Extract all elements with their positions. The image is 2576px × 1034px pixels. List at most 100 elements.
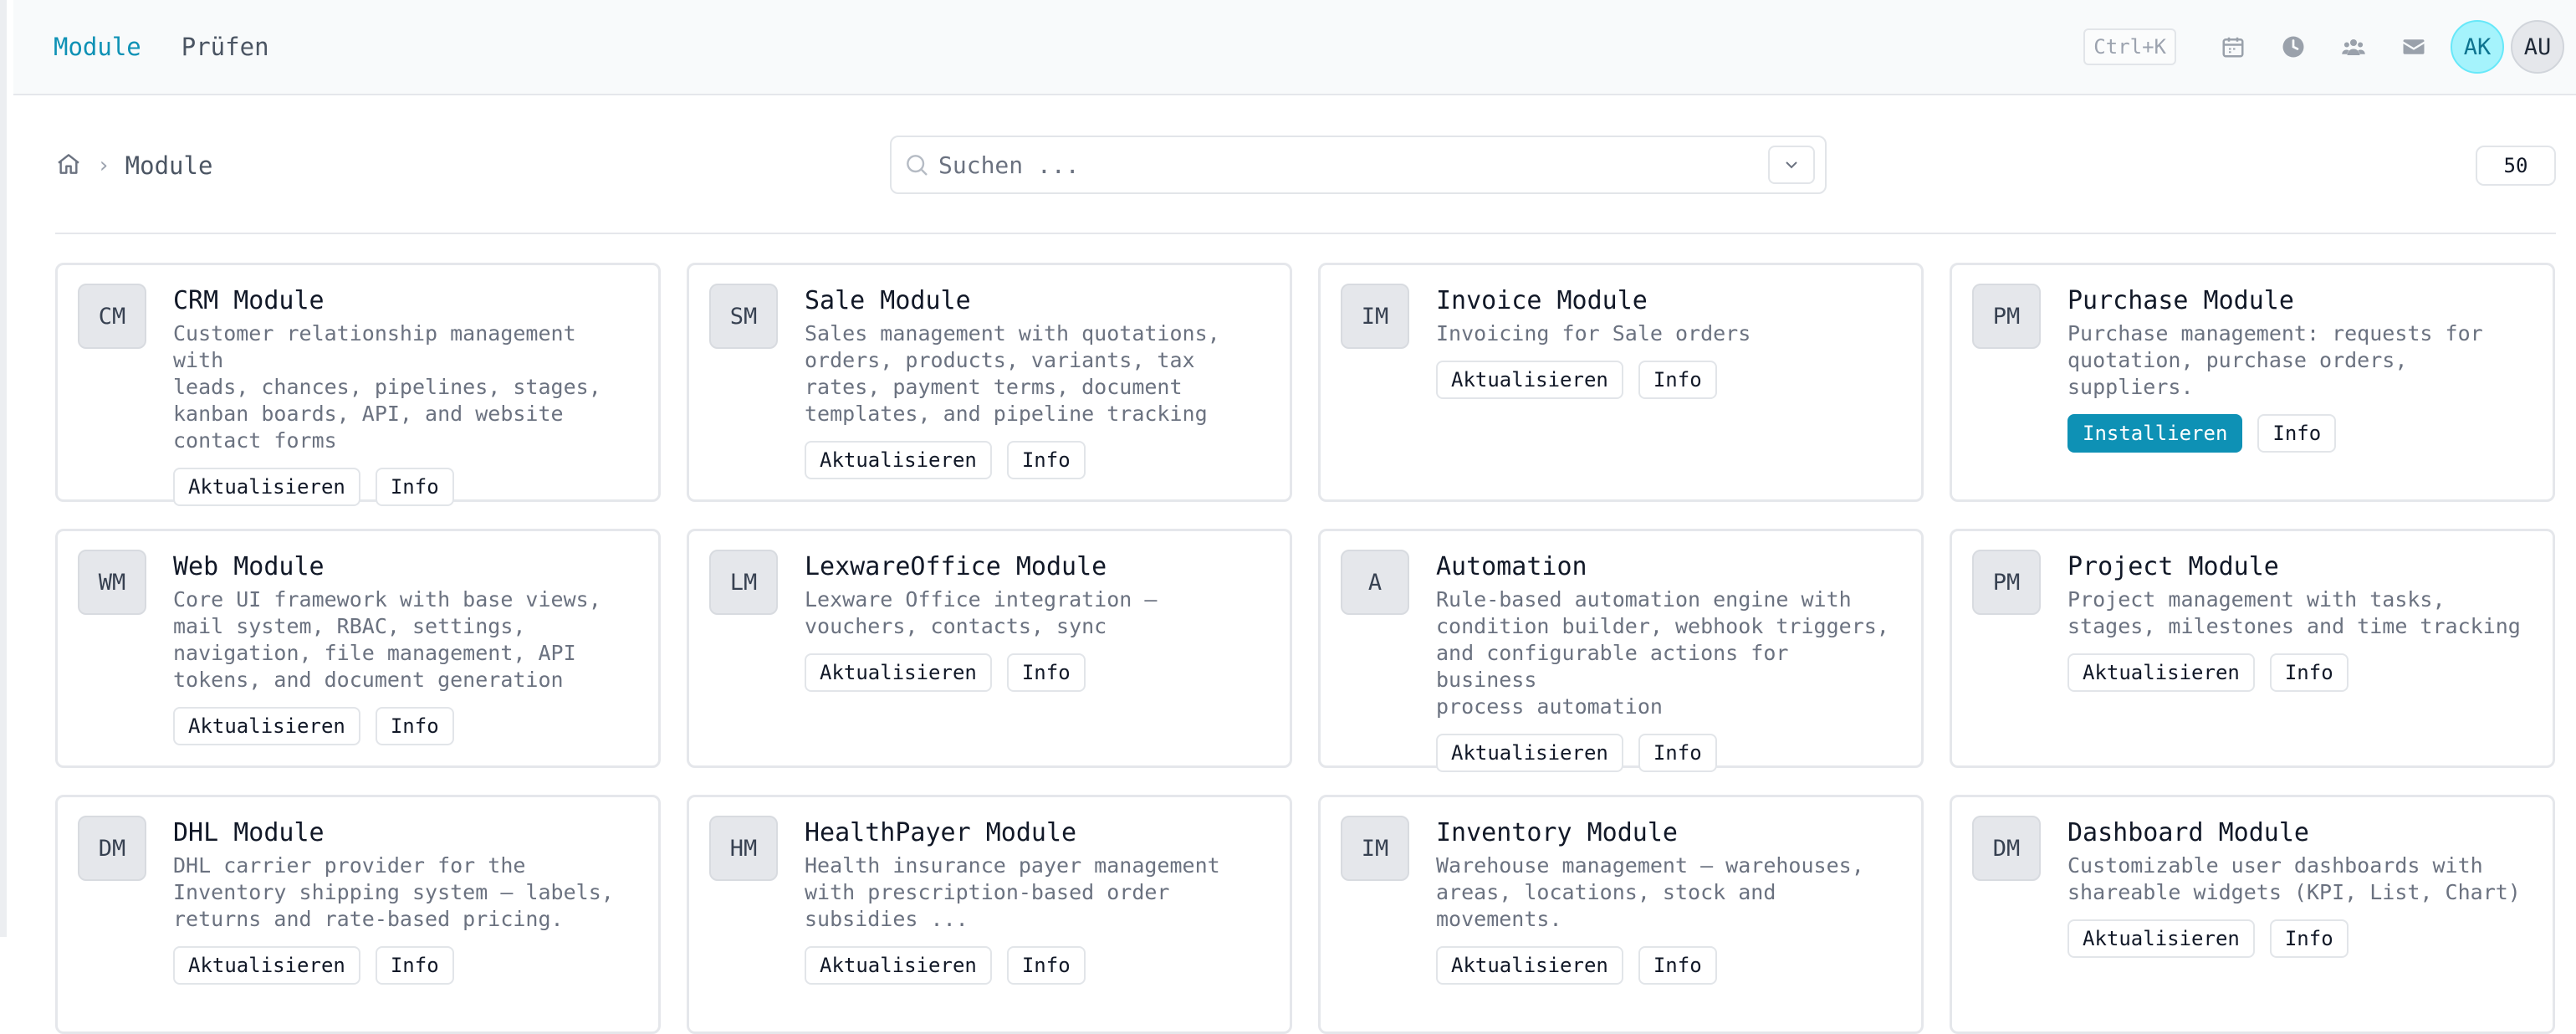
module-actions: Aktualisieren Info	[1436, 946, 1901, 985]
module-description: Customer relationship management with le…	[173, 321, 601, 453]
update-button[interactable]: Aktualisieren	[1436, 734, 1623, 772]
module-title: HealthPayer Module	[805, 818, 1077, 847]
update-button[interactable]: Aktualisieren	[173, 707, 360, 745]
module-description: Sales management with quotations, orders…	[805, 321, 1220, 426]
module-card[interactable]: IM Invoice Module Invoicing for Sale order…	[1318, 263, 1924, 502]
module-badge: HM	[709, 816, 778, 881]
module-badge: CM	[78, 284, 146, 349]
info-button[interactable]: Info	[1006, 653, 1086, 692]
module-card[interactable]: A Automation Rule-based automation engine …	[1318, 529, 1924, 772]
page-size-select[interactable]: 50	[2476, 146, 2556, 186]
search-filter-dropdown[interactable]	[1768, 146, 1815, 184]
page-toolbar: › Module 50	[55, 134, 2556, 234]
info-button[interactable]: Info	[1638, 946, 1717, 985]
module-card-body: Dashboard Module Customizable user dashbo…	[2067, 816, 2533, 1031]
command-shortcut-hint[interactable]: Ctrl+K	[2083, 28, 2176, 65]
module-title: Web Module	[173, 552, 325, 581]
info-button[interactable]: Info	[375, 946, 454, 985]
module-description: Purchase management: requests for quotat…	[2067, 321, 2483, 399]
module-badge: WM	[78, 550, 146, 615]
secondary-user-avatar[interactable]: AU	[2511, 20, 2564, 74]
info-button[interactable]: Info	[1006, 946, 1086, 985]
calendar-icon[interactable]	[2203, 17, 2263, 77]
update-button[interactable]: Aktualisieren	[173, 946, 360, 985]
module-card[interactable]: DM DHL Module DHL carrier provider for the…	[55, 795, 661, 1034]
module-actions: Aktualisieren Info	[2067, 653, 2533, 692]
module-description: DHL carrier provider for the Inventory s…	[173, 853, 614, 931]
module-badge: IM	[1341, 816, 1409, 881]
module-description: Rule-based automation engine with condit…	[1436, 587, 1889, 719]
module-card[interactable]: PM Purchase Module Purchase management: re…	[1950, 263, 2555, 502]
module-badge: IM	[1341, 284, 1409, 349]
module-card[interactable]: IM Inventory Module Warehouse management —…	[1318, 795, 1924, 1034]
module-card-body: LexwareOffice Module Lexware Office integ…	[805, 550, 1270, 765]
top-nav: Module Prüfen	[54, 33, 269, 61]
info-button[interactable]: Info	[375, 468, 454, 506]
module-title: DHL Module	[173, 818, 325, 847]
module-grid: CM CRM Module Customer relationship manage…	[55, 263, 2556, 1034]
module-card[interactable]: SM Sale Module Sales management with quota…	[687, 263, 1292, 502]
module-badge: LM	[709, 550, 778, 615]
module-badge: PM	[1972, 550, 2041, 615]
module-card-body: Web Module Core UI framework with base vi…	[173, 550, 638, 765]
update-button[interactable]: Aktualisieren	[173, 468, 360, 506]
module-title: Purchase Module	[2067, 286, 2294, 315]
module-actions: Aktualisieren Info	[173, 946, 638, 985]
home-icon[interactable]	[55, 151, 82, 181]
module-actions: Aktualisieren Info	[805, 653, 1270, 692]
module-card[interactable]: DM Dashboard Module Customizable user dash…	[1950, 795, 2555, 1034]
module-description: Invoicing for Sale orders	[1436, 321, 1751, 346]
module-card[interactable]: HM HealthPayer Module Health insurance pay…	[687, 795, 1292, 1034]
module-title: Project Module	[2067, 552, 2279, 581]
info-button[interactable]: Info	[2257, 414, 2337, 453]
module-actions: Aktualisieren Info	[1436, 734, 1901, 772]
module-card[interactable]: WM Web Module Core UI framework with base …	[55, 529, 661, 768]
module-badge: A	[1341, 550, 1409, 615]
top-bar: Module Prüfen Ctrl+K AK AU	[13, 0, 2576, 95]
info-button[interactable]: Info	[1638, 361, 1717, 399]
nav-review-link[interactable]: Prüfen	[181, 33, 269, 61]
module-title: CRM Module	[173, 286, 325, 315]
clock-icon[interactable]	[2263, 17, 2323, 77]
module-card[interactable]: PM Project Module Project management with …	[1950, 529, 2555, 768]
nav-modules-link[interactable]: Module	[54, 33, 141, 61]
module-card[interactable]: LM LexwareOffice Module Lexware Office int…	[687, 529, 1292, 768]
info-button[interactable]: Info	[1638, 734, 1717, 772]
team-icon[interactable]	[2323, 17, 2384, 77]
mail-icon[interactable]	[2384, 17, 2444, 77]
update-button[interactable]: Aktualisieren	[805, 653, 992, 692]
module-actions: Aktualisieren Info	[1436, 361, 1901, 399]
search-box	[890, 136, 1827, 194]
update-button[interactable]: Aktualisieren	[1436, 946, 1623, 985]
module-card[interactable]: CM CRM Module Customer relationship manage…	[55, 263, 661, 506]
module-actions: Aktualisieren Info	[805, 441, 1270, 479]
update-button[interactable]: Aktualisieren	[2067, 653, 2255, 692]
module-badge: DM	[1972, 816, 2041, 881]
module-card-body: Automation Rule-based automation engine w…	[1436, 550, 1901, 772]
module-title: LexwareOffice Module	[805, 552, 1107, 581]
app-window: Module Prüfen Ctrl+K AK AU › Module Such…	[0, 0, 2576, 1034]
module-description: Lexware Office integration — vouchers, c…	[805, 587, 1158, 638]
module-title: Inventory Module	[1436, 818, 1678, 847]
module-card-body: Project Module Project management with ta…	[2067, 550, 2533, 765]
module-description: Warehouse management — warehouses, areas…	[1436, 853, 1864, 931]
module-actions: Installieren Info	[2067, 414, 2533, 453]
module-card-body: HealthPayer Module Health insurance payer…	[805, 816, 1270, 1031]
info-button[interactable]: Info	[2269, 919, 2349, 958]
module-title: Automation	[1436, 552, 1587, 581]
module-card-body: Inventory Module Warehouse management — w…	[1436, 816, 1901, 1031]
update-button[interactable]: Aktualisieren	[805, 441, 992, 479]
update-button[interactable]: Aktualisieren	[1436, 361, 1623, 399]
module-description: Core UI framework with base views, mail …	[173, 587, 601, 692]
module-card-body: Sale Module Sales management with quotati…	[805, 284, 1270, 499]
module-actions: Aktualisieren Info	[805, 946, 1270, 985]
info-button[interactable]: Info	[375, 707, 454, 745]
install-button[interactable]: Installieren	[2067, 414, 2243, 453]
user-avatar[interactable]: AK	[2451, 20, 2504, 74]
update-button[interactable]: Aktualisieren	[805, 946, 992, 985]
search-input[interactable]	[938, 151, 1768, 179]
module-title: Dashboard Module	[2067, 818, 2309, 847]
info-button[interactable]: Info	[2269, 653, 2349, 692]
update-button[interactable]: Aktualisieren	[2067, 919, 2255, 958]
info-button[interactable]: Info	[1006, 441, 1086, 479]
